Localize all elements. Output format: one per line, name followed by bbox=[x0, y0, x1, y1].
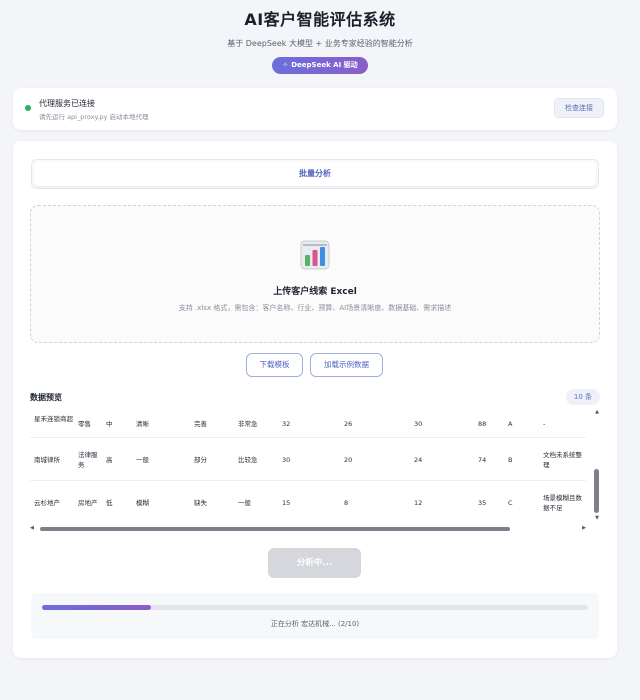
progress-panel: 正在分析 宏达机械... (2/10) bbox=[31, 593, 599, 639]
main-card: 批量分析 上传客户线索 Excel 支持 .xlsx 格式，需包含：客户名称、行… bbox=[13, 141, 617, 658]
table-cell: 高 bbox=[106, 456, 113, 464]
proxy-status-hint: 请先运行 api_proxy.py 启动本地代理 bbox=[39, 113, 149, 121]
horizontal-scrollbar[interactable]: ◀ ▶ bbox=[30, 525, 586, 533]
analyze-button[interactable]: 分析中... bbox=[268, 548, 361, 578]
ai-badge: ✧ DeepSeek AI 驱动 bbox=[272, 57, 368, 74]
ai-badge-label: DeepSeek AI 驱动 bbox=[291, 61, 358, 69]
table-cell: 一般 bbox=[238, 499, 251, 507]
table-cell: 20 bbox=[344, 456, 353, 464]
load-sample-button[interactable]: 加载示例数据 bbox=[310, 353, 383, 377]
scroll-up-icon[interactable]: ▲ bbox=[595, 409, 599, 415]
horizontal-scroll-thumb[interactable] bbox=[40, 527, 510, 531]
scroll-left-icon[interactable]: ◀ bbox=[30, 525, 34, 531]
table-cell: 部分 bbox=[194, 456, 207, 464]
table-cell: C bbox=[508, 499, 513, 507]
table-cell: 一般 bbox=[136, 456, 149, 464]
upload-hint: 支持 .xlsx 格式，需包含：客户名称、行业、预算、AI场景清晰度、数据基础、… bbox=[178, 304, 452, 312]
table-cell: 南城律所 bbox=[34, 456, 60, 464]
tab-batch-analysis[interactable]: 批量分析 bbox=[34, 162, 596, 186]
status-dot-icon bbox=[25, 105, 31, 111]
progress-fill bbox=[42, 605, 152, 610]
table-cell: B bbox=[508, 456, 513, 464]
scroll-down-icon[interactable]: ▼ bbox=[595, 515, 599, 521]
table-cell: 零售 bbox=[78, 420, 91, 428]
table-cell: 云杉地产 bbox=[34, 499, 60, 507]
table-row: 南城律所 法律服务高 一般 部分 比较急 30 20 24 74 B 文档未系统整理 bbox=[30, 439, 586, 481]
bar-chart-icon bbox=[300, 240, 330, 270]
sparkle-icon: ✧ bbox=[282, 61, 289, 69]
page-title: AI客户智能评估系统 bbox=[244, 10, 396, 29]
table-cell: 中 bbox=[106, 420, 113, 428]
table-cell: - bbox=[543, 420, 546, 428]
header: AI客户智能评估系统 基于 DeepSeek 大模型 + 业务专家经验的智能分析… bbox=[0, 0, 640, 74]
table-cell: 完善 bbox=[194, 420, 207, 428]
table-row: 云杉地产 房地产低 模糊 缺失 一般 15 8 12 35 C 场景模糊且数据不足 bbox=[30, 482, 586, 521]
scroll-right-icon[interactable]: ▶ bbox=[582, 525, 586, 531]
download-template-button[interactable]: 下载模板 bbox=[246, 353, 303, 377]
table-cell: 模糊 bbox=[136, 499, 149, 507]
table-cell: 房地产 bbox=[78, 499, 98, 507]
vertical-scroll-thumb[interactable] bbox=[594, 469, 599, 513]
tab-bar: 批量分析 bbox=[31, 159, 599, 189]
table-cell: 比较急 bbox=[238, 456, 258, 464]
table-cell: 清晰 bbox=[136, 420, 149, 428]
preview-table[interactable]: 星禾连锁商超 零售中清晰 完善 非常急 32 26 30 88 A - 南城律所 法律服务高一般 部分比… bbox=[30, 409, 600, 521]
check-connection-button[interactable]: 检查连接 bbox=[554, 98, 604, 118]
table-cell: 88 bbox=[478, 420, 487, 428]
vertical-scrollbar[interactable]: ▲ ▼ bbox=[593, 409, 600, 521]
table-cell: 8 bbox=[344, 499, 349, 507]
table-cell: 缺失 bbox=[194, 499, 207, 507]
proxy-status-card: 代理服务已连接 请先运行 api_proxy.py 启动本地代理 检查连接 bbox=[13, 88, 617, 130]
table-cell: 74 bbox=[478, 456, 487, 464]
table-cell: 15 bbox=[282, 499, 291, 507]
table-cell: 文档未系统整理 bbox=[543, 451, 582, 469]
table-cell: 30 bbox=[414, 420, 423, 428]
upload-title: 上传客户线索 Excel bbox=[273, 287, 357, 297]
upload-dropzone[interactable]: 上传客户线索 Excel 支持 .xlsx 格式，需包含：客户名称、行业、预算、… bbox=[30, 205, 600, 343]
table-cell: 非常急 bbox=[238, 420, 258, 428]
table-cell: A bbox=[508, 420, 513, 428]
table-cell: 法律服务 bbox=[78, 451, 98, 469]
table-cell: 场景模糊且数据不足 bbox=[543, 494, 582, 512]
table-cell: 26 bbox=[344, 420, 353, 428]
progress-track bbox=[42, 605, 588, 610]
row-count-badge: 10 条 bbox=[566, 389, 600, 405]
table-cell: 星禾连锁商超 bbox=[34, 415, 73, 423]
table-row: 星禾连锁商超 零售 中 清晰 完善 非常急 32 26 30 88 A - bbox=[30, 409, 586, 438]
table-cell: 24 bbox=[414, 456, 423, 464]
table-cell: 32 bbox=[282, 420, 291, 428]
table-cell: 30 bbox=[282, 456, 291, 464]
page-subtitle: 基于 DeepSeek 大模型 + 业务专家经验的智能分析 bbox=[227, 39, 413, 48]
table-cell: 低 bbox=[106, 499, 113, 507]
table-cell: 12 bbox=[414, 499, 423, 507]
preview-title: 数据预览 bbox=[30, 393, 62, 402]
table-cell: 35 bbox=[478, 499, 487, 507]
progress-status-text: 正在分析 宏达机械... (2/10) bbox=[270, 620, 360, 628]
proxy-status-title: 代理服务已连接 bbox=[39, 99, 95, 108]
